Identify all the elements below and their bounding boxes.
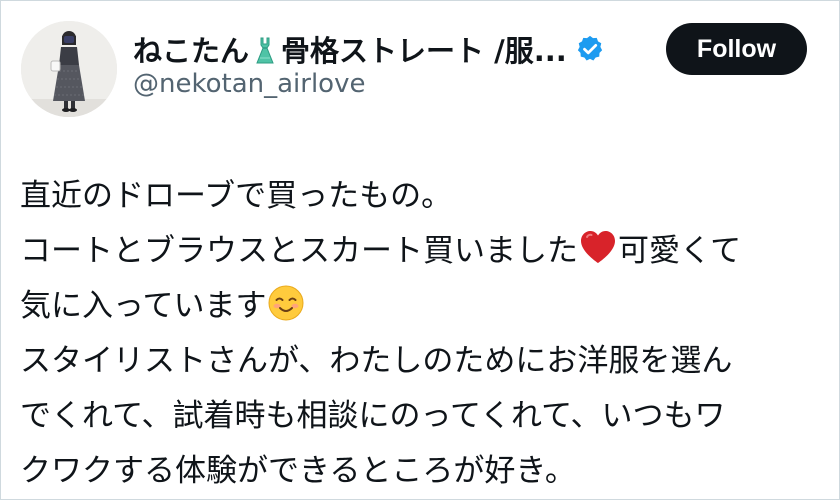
verified-badge-icon	[577, 35, 602, 61]
author-display-name[interactable]: ねこたん 骨格ストレート /服...	[133, 28, 567, 70]
tweet-line-6: クワクする体験ができるところが好き。	[20, 453, 576, 489]
tweet-line-3-text: 気に入っています	[20, 288, 267, 324]
red-heart-emoji-icon	[581, 231, 615, 263]
tweet-text: 直近のドローブで買ったもの。 コートとブラウスとスカート買いました 可愛くて 気に…	[20, 169, 832, 499]
follow-button[interactable]: Follow	[666, 23, 807, 75]
avatar-photo-icon	[21, 21, 117, 117]
tweet-line-2-text: コートとブラウスとスカート買いました	[20, 233, 578, 269]
display-name-rest: 骨格ストレート /服...	[281, 34, 567, 68]
tweet-card: ねこたん 骨格ストレート /服... @nekotan_airlove Follo…	[0, 0, 840, 500]
author-handle[interactable]: @nekotan_airlove	[133, 69, 365, 99]
tweet-line-4: スタイリストさんが、わたしのためにお洋服を選ん	[20, 343, 733, 379]
tweet-line-3: 気に入っています	[20, 279, 832, 334]
smiling-face-emoji-icon	[268, 285, 304, 321]
display-name-text: ねこたん	[133, 34, 250, 68]
tweet-line-2: コートとブラウスとスカート買いました 可愛くて	[20, 224, 832, 279]
tweet-line-5: でくれて、試着時も相談にのってくれて、いつもワ	[20, 398, 726, 434]
avatar[interactable]	[21, 21, 117, 117]
tweet-line-2-rest: 可愛くて	[618, 233, 742, 269]
author-name-row[interactable]: ねこたん 骨格ストレート /服...	[133, 23, 633, 75]
tweet-line-1: 直近のドローブで買ったもの。	[20, 178, 453, 214]
dress-emoji-icon	[256, 37, 274, 64]
